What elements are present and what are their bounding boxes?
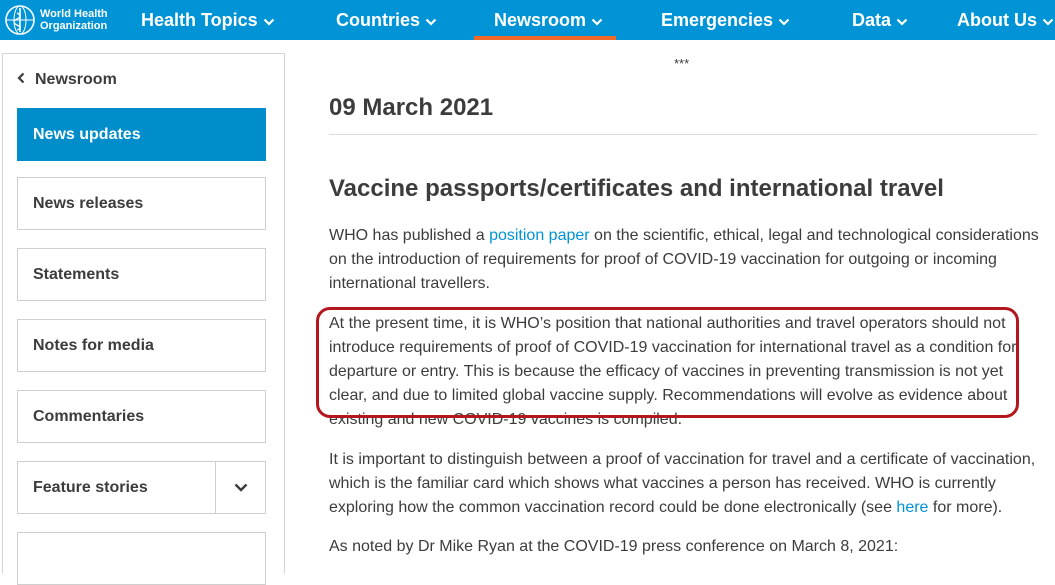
sidebar-item-label: Notes for media [33, 336, 154, 354]
paragraph-4: As noted by Dr Mike Ryan at the COVID-19… [329, 538, 899, 555]
paragraph-1: WHO has published a position paper on th… [329, 224, 1041, 296]
sidebar-item-news-updates[interactable]: News updates [17, 108, 266, 161]
sidebar: Newsroom News updates News releases Stat… [2, 53, 285, 585]
paragraph-text: for more). [928, 499, 1003, 516]
nav-data[interactable]: Data [852, 0, 908, 40]
sidebar-item-label: Statements [33, 265, 120, 283]
who-emblem-icon [4, 4, 36, 36]
nav-label: Newsroom [494, 9, 587, 30]
nav-label: Health Topics [141, 9, 258, 30]
who-logo[interactable]: World Health Organization [4, 4, 108, 36]
sidebar-item-label: Feature stories [33, 478, 148, 496]
position-paper-link[interactable]: position paper [489, 227, 590, 244]
sidebar-item-label: News updates [33, 125, 141, 143]
article-date: 09 March 2021 [329, 94, 494, 121]
nav-health-topics[interactable]: Health Topics [141, 0, 275, 40]
nav-newsroom[interactable]: Newsroom [494, 0, 603, 40]
chevron-down-icon [896, 10, 908, 31]
paragraph-3: It is important to distinguish between a… [329, 448, 1041, 520]
sidebar-item-notes-for-media[interactable]: Notes for media [17, 319, 266, 372]
chevron-down-icon [263, 10, 275, 31]
sidebar-back-label: Newsroom [35, 71, 117, 88]
nav-label: About Us [957, 9, 1037, 30]
logo-line-1: World Health [40, 8, 108, 20]
divider [329, 134, 1037, 135]
nav-active-indicator [474, 36, 616, 40]
sidebar-item-commentaries[interactable]: Commentaries [17, 390, 266, 443]
paragraph-text: WHO has published a [329, 227, 490, 244]
section-separator: *** [674, 56, 690, 71]
sidebar-item-statements[interactable]: Statements [17, 248, 266, 301]
chevron-down-icon [1042, 10, 1054, 31]
chevron-down-icon [778, 10, 790, 31]
nav-countries[interactable]: Countries [336, 0, 437, 40]
chevron-left-icon [17, 71, 25, 89]
chevron-down-icon [591, 10, 603, 31]
nav-about-us[interactable]: About Us [957, 0, 1054, 40]
nav-label: Countries [336, 9, 421, 30]
here-link[interactable]: here [896, 499, 928, 516]
expand-toggle-button[interactable] [215, 462, 265, 513]
sidebar-item-news-releases[interactable]: News releases [17, 177, 266, 230]
logo-wordmark: World Health Organization [40, 8, 108, 32]
nav-emergencies[interactable]: Emergencies [661, 0, 790, 40]
sidebar-item-feature-stories[interactable]: Feature stories [17, 461, 266, 514]
chevron-down-icon [234, 479, 248, 497]
highlight-annotation [316, 307, 1019, 418]
sidebar-item-label: News releases [33, 194, 144, 212]
sidebar-item-label: Commentaries [33, 407, 145, 425]
article-headline: Vaccine passports/certificates and inter… [329, 175, 944, 202]
nav-label: Data [852, 9, 892, 30]
chevron-down-icon [425, 10, 437, 31]
top-navigation-bar: World Health Organization Health Topics … [0, 0, 1055, 40]
sidebar-back-link[interactable]: Newsroom [17, 71, 117, 89]
sidebar-item-partial[interactable] [17, 532, 266, 585]
nav-label: Emergencies [661, 9, 774, 30]
logo-line-2: Organization [40, 20, 108, 32]
